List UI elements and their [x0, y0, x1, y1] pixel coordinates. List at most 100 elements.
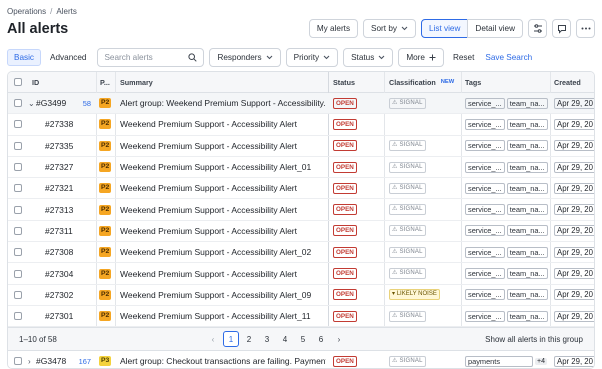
table-row[interactable]: #27321 P2 Weekend Premium Support - Access… — [8, 178, 594, 200]
table-row[interactable]: #27313 P2 Weekend Premium Support - Access… — [8, 200, 594, 221]
tab-basic[interactable]: Basic — [7, 48, 42, 66]
column-priority[interactable]: P... — [100, 72, 116, 92]
row-checkbox[interactable] — [14, 357, 22, 366]
group-id[interactable]: #G3478 — [36, 356, 66, 366]
summary-cell[interactable]: Alert group: Weekend Premium Support - A… — [120, 93, 326, 113]
row-checkbox[interactable] — [14, 141, 22, 150]
summary-cell[interactable]: Weekend Premium Support - Accessibility … — [120, 263, 326, 283]
more-options-button[interactable] — [576, 19, 595, 38]
more-filters-button[interactable]: More — [398, 47, 444, 67]
classification-badge: ⚠ SIGNAL — [389, 246, 426, 258]
table-row[interactable]: #27304 P2 Weekend Premium Support - Access… — [8, 263, 594, 285]
summary-cell[interactable]: Weekend Premium Support - Accessibility … — [120, 285, 326, 305]
table-row[interactable]: #27338 P2 Weekend Premium Support - Access… — [8, 114, 594, 136]
summary-cell[interactable]: Alert group: Checkout transactions are f… — [120, 351, 326, 368]
table-row[interactable]: #27327 P2 Weekend Premium Support - Access… — [8, 157, 594, 179]
feedback-button[interactable] — [552, 19, 571, 38]
page-button[interactable]: 4 — [277, 331, 293, 347]
page-button[interactable]: 5 — [295, 331, 311, 347]
my-alerts-button[interactable]: My alerts — [308, 19, 359, 38]
row-checkbox[interactable] — [14, 163, 22, 172]
filter-bar: Basic Advanced Responders Priority Statu… — [7, 47, 595, 67]
chevron-right-icon[interactable]: › — [28, 357, 35, 366]
row-checkbox[interactable] — [14, 205, 22, 214]
responders-filter[interactable]: Responders — [209, 47, 281, 67]
column-status[interactable]: Status — [333, 72, 378, 92]
reset-button[interactable]: Reset — [453, 53, 474, 62]
next-page-icon[interactable]: › — [331, 331, 347, 347]
breadcrumb-alerts[interactable]: Alerts — [56, 7, 76, 16]
row-checkbox[interactable] — [14, 99, 22, 108]
row-checkbox[interactable] — [14, 248, 22, 257]
status-filter[interactable]: Status — [343, 47, 394, 67]
search-input[interactable] — [104, 52, 185, 62]
classification-label: SIGNAL — [399, 99, 423, 106]
alert-id[interactable]: #27313 — [45, 200, 93, 220]
group-row[interactable]: › #G3478 167 P3 Alert group: Checkout tr… — [8, 351, 594, 368]
summary-cell[interactable]: Weekend Premium Support - Accessibility … — [120, 157, 326, 177]
summary-cell[interactable]: Weekend Premium Support - Accessibility … — [120, 114, 326, 134]
alert-id[interactable]: #27321 — [45, 178, 93, 198]
table-row[interactable]: #27302 P2 Weekend Premium Support - Access… — [8, 285, 594, 306]
classification-cell: ⚠ SIGNAL — [389, 242, 459, 262]
table-row[interactable]: #27311 P2 Weekend Premium Support - Access… — [8, 221, 594, 243]
save-search-link[interactable]: Save Search — [485, 53, 532, 62]
priority-filter[interactable]: Priority — [285, 47, 339, 67]
classification-badge: ▾ LIKELY NOISE — [389, 289, 440, 301]
ellipsis-icon — [581, 27, 590, 30]
chevron-down-icon[interactable]: ⌄ — [28, 99, 35, 108]
alert-id[interactable]: #27304 — [45, 263, 93, 283]
row-checkbox[interactable] — [14, 269, 22, 278]
tag: team_na... — [506, 246, 548, 258]
tag-more-count[interactable]: +4 — [535, 357, 547, 365]
column-id[interactable]: ID — [32, 72, 92, 92]
summary-cell[interactable]: Weekend Premium Support - Accessibility … — [120, 178, 326, 198]
row-checkbox[interactable] — [14, 226, 22, 235]
row-checkbox[interactable] — [14, 184, 22, 193]
select-all-checkbox[interactable] — [14, 78, 22, 86]
summary-cell[interactable]: Weekend Premium Support - Accessibility … — [120, 242, 326, 262]
alert-id[interactable]: #27302 — [45, 285, 93, 305]
alert-id[interactable]: #27308 — [45, 242, 93, 262]
group-row[interactable]: ⌄ #G3499 58 P2 Alert group: Weekend Prem… — [8, 93, 594, 115]
chevron-down-icon — [378, 55, 385, 59]
alert-id[interactable]: #27311 — [45, 221, 93, 241]
page-button[interactable]: 1 — [223, 331, 239, 347]
summary-cell[interactable]: Weekend Premium Support - Accessibility … — [120, 136, 326, 156]
row-checkbox[interactable] — [14, 120, 22, 129]
tags-cell: service_... team_na... — [465, 178, 550, 198]
column-settings-button[interactable] — [528, 19, 547, 38]
page-button[interactable]: 3 — [259, 331, 275, 347]
alert-id[interactable]: #27301 — [45, 306, 93, 326]
show-all-link[interactable]: Show all alerts in this group — [485, 335, 583, 344]
row-checkbox[interactable] — [14, 312, 22, 321]
detail-view-button[interactable]: Detail view — [467, 19, 523, 38]
row-checkbox[interactable] — [14, 290, 22, 299]
summary-cell[interactable]: Weekend Premium Support - Accessibility … — [120, 306, 326, 326]
list-view-button[interactable]: List view — [421, 19, 469, 38]
tag: service_... — [465, 118, 505, 130]
alert-id[interactable]: #27327 — [45, 157, 93, 177]
summary-cell[interactable]: Weekend Premium Support - Accessibility … — [120, 221, 326, 241]
page-button[interactable]: 2 — [241, 331, 257, 347]
alert-id[interactable]: #27338 — [45, 114, 93, 134]
table-row[interactable]: #27301 P2 Weekend Premium Support - Access… — [8, 306, 594, 328]
sort-by-button[interactable]: Sort by — [363, 19, 416, 38]
column-tags[interactable]: Tags — [465, 72, 545, 92]
alert-id[interactable]: #27335 — [45, 136, 93, 156]
classification-cell: ⚠ SIGNAL — [389, 263, 459, 283]
group-id[interactable]: #G3499 — [36, 98, 66, 108]
created-cell: Apr 29, 20 — [554, 136, 594, 156]
prev-page-icon[interactable]: ‹ — [205, 331, 221, 347]
table-row[interactable]: #27335 P2 Weekend Premium Support - Access… — [8, 136, 594, 157]
table-row[interactable]: #27308 P2 Weekend Premium Support - Access… — [8, 242, 594, 264]
view-toggle: List view Detail view — [421, 19, 523, 38]
column-classification[interactable]: Classification NEW — [389, 72, 461, 92]
page-button[interactable]: 6 — [313, 331, 329, 347]
summary-cell[interactable]: Weekend Premium Support - Accessibility … — [120, 200, 326, 220]
tab-advanced[interactable]: Advanced — [44, 49, 92, 66]
tag: service_... — [465, 289, 505, 301]
breadcrumb-operations[interactable]: Operations — [7, 7, 46, 16]
column-created[interactable]: Created — [554, 72, 594, 92]
column-summary[interactable]: Summary — [120, 72, 320, 92]
